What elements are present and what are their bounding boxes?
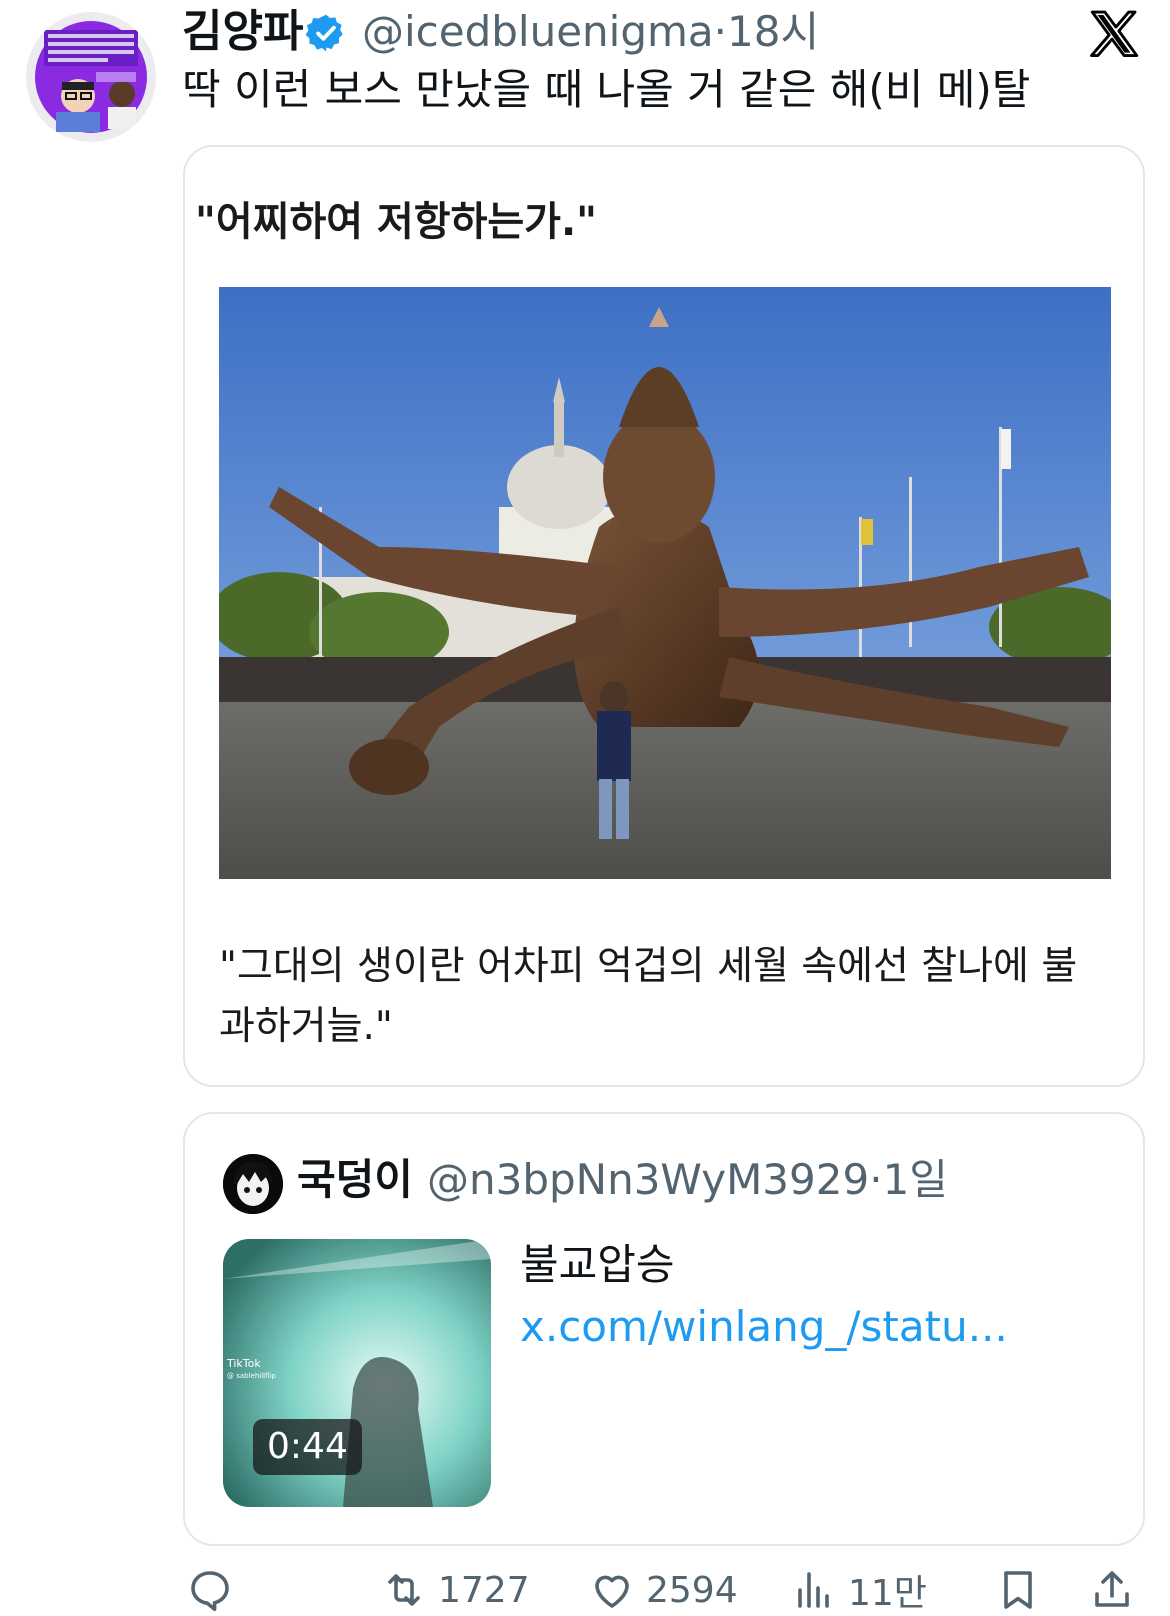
verified-badge-icon [305, 14, 343, 52]
share-icon [1095, 1571, 1129, 1607]
share-button[interactable] [1088, 1564, 1136, 1616]
bookmark-button[interactable] [994, 1564, 1042, 1616]
quoted-handle-separator: · [869, 1155, 883, 1204]
bookmark-icon [1004, 1571, 1032, 1609]
image-quote-bottom: "그대의 생이란 어차피 억겁의 세월 속에선 찰나에 불과하거늘." [219, 944, 1078, 1049]
tiktok-watermark-label: TikTok [227, 1357, 261, 1370]
like-button[interactable]: 2594 [588, 1564, 738, 1616]
handle-separator: · [713, 7, 728, 56]
author-avatar[interactable] [26, 12, 156, 142]
tiktok-watermark: TikTok @ sablehillflip [227, 1357, 276, 1383]
retweet-icon [388, 1574, 420, 1606]
like-icon [595, 1575, 629, 1608]
quoted-author-handle[interactable]: @n3bpNn3WyM3929 [427, 1155, 869, 1204]
views-count: 11만 [848, 1573, 927, 1614]
author-display-name[interactable]: 김양파 [182, 6, 303, 58]
tiktok-watermark-user: @ sablehillflip [227, 1372, 276, 1380]
quoted-author-display-name[interactable]: 국덩이 [297, 1152, 413, 1208]
like-count: 2594 [646, 1569, 738, 1611]
reply-icon [191, 1571, 229, 1611]
video-duration-badge: 0:44 [253, 1419, 362, 1475]
quoted-tweet-card[interactable]: 국덩이 @n3bpNn3WyM3929·1일 TikTok @ sablehil… [183, 1112, 1145, 1546]
author-avatar-image [35, 21, 147, 133]
tweet-screen: 김양파 @icedbluenigma·18시 딱 이런 보스 만났을 때 나올 … [0, 0, 1170, 1616]
quoted-tweet-body: 불교압승 [520, 1240, 675, 1289]
retweet-button[interactable]: 1727 [380, 1564, 530, 1616]
quoted-avatar-image [223, 1154, 283, 1214]
tweet-image-card[interactable]: "어찌하여 저항하는가." "그대의 생이란 어차피 억겁의 세월 속에선 찰나… [183, 145, 1145, 1087]
x-logo-icon [1090, 10, 1139, 57]
quoted-tweet-time[interactable]: 1일 [883, 1155, 948, 1204]
views-icon [798, 1572, 829, 1608]
reply-button[interactable] [186, 1564, 244, 1616]
video-thumbnail[interactable]: TikTok @ sablehillflip 0:44 [223, 1239, 491, 1507]
quoted-author-avatar[interactable] [223, 1154, 283, 1214]
statue-photo[interactable] [219, 287, 1111, 879]
image-quote-top: "어찌하여 저항하는가." [195, 199, 598, 245]
quoted-handle-line[interactable]: @n3bpNn3WyM3929·1일 [427, 1152, 948, 1208]
tweet-action-bar: 1727 2594 11만 [0, 1560, 1170, 1616]
author-handle[interactable]: @icedbluenigma [362, 7, 714, 56]
tweet-time[interactable]: 18시 [727, 7, 819, 56]
author-handle-line[interactable]: @icedbluenigma·18시 [362, 6, 819, 58]
quoted-tweet-link[interactable]: x.com/winlang_/statu... [520, 1302, 1008, 1351]
quoted-tweet-text: 불교압승 x.com/winlang_/statu... [520, 1234, 1110, 1358]
tweet-text: 딱 이런 보스 만났을 때 나올 거 같은 해(비 메)탈 [182, 65, 1031, 114]
views-button[interactable]: 11만 [790, 1564, 927, 1616]
retweet-count: 1727 [438, 1569, 530, 1611]
